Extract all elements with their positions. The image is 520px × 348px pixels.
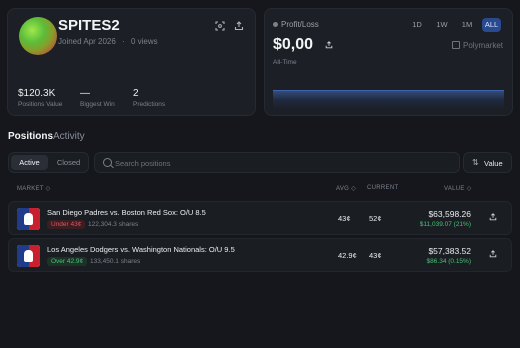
current-price: 43¢: [369, 251, 382, 260]
profile-meta: Joined Apr 2026 · 0 views: [58, 37, 158, 46]
outcome-badge: Over 42.9¢: [47, 257, 88, 266]
avg-price: 43¢: [338, 214, 351, 223]
range-1d[interactable]: 1D: [410, 18, 424, 32]
position-value: $63,598.26: [428, 209, 471, 219]
column-current: CURRENT: [367, 185, 399, 191]
shares-count: 122,304.3 shares: [88, 221, 139, 228]
range-1m[interactable]: 1M: [459, 18, 475, 32]
sort-label: Value: [484, 159, 503, 168]
pnl-period: All-Time: [273, 59, 297, 66]
market-title[interactable]: San Diego Padres vs. Boston Red Sox: O/U…: [47, 208, 206, 217]
sort-value-button[interactable]: ⇅ Value: [463, 152, 512, 173]
market-title[interactable]: Los Angeles Dodgers vs. Washington Natio…: [47, 245, 235, 254]
column-value[interactable]: VALUE ◇: [444, 185, 472, 192]
meta-separator: ·: [122, 37, 125, 46]
profile-card: SPITES2 Joined Apr 2026 · 0 views $120.3…: [7, 8, 256, 116]
position-value: $57,383.52: [428, 246, 471, 256]
pnl-chart[interactable]: [273, 90, 504, 110]
position-change: $11,039.07 (21%): [419, 221, 471, 228]
pnl-title: Profit/Loss: [281, 20, 319, 29]
mlb-logo-icon: [17, 208, 40, 230]
status-dot-icon: [273, 22, 278, 27]
biggest-win-label: Biggest Win: [80, 101, 115, 108]
polymarket-brand: Polymarket: [451, 41, 503, 50]
filter-active-button[interactable]: Active: [11, 155, 48, 170]
table-row[interactable]: San Diego Padres vs. Boston Red Sox: O/U…: [8, 201, 512, 235]
pnl-share-icon[interactable]: [325, 41, 333, 51]
biggest-win-value: —: [80, 88, 90, 99]
mlb-logo-icon: [17, 245, 40, 267]
column-market[interactable]: MARKET ◇: [17, 185, 51, 192]
range-all[interactable]: ALL: [482, 18, 501, 32]
joined-date: Joined Apr 2026: [58, 37, 116, 46]
views-count: 0 views: [130, 37, 158, 46]
polymarket-logo-icon: [451, 41, 460, 49]
tab-activity[interactable]: Activity: [53, 131, 85, 142]
positions-value: $120.3K: [18, 88, 56, 99]
outcome-badge: Under 43¢: [47, 220, 86, 229]
range-1w[interactable]: 1W: [434, 18, 450, 32]
status-toggle: Active Closed: [8, 152, 89, 173]
positions-value-label: Positions Value: [18, 101, 63, 108]
sort-icon: ⇅: [472, 158, 479, 167]
avatar[interactable]: [19, 17, 57, 55]
predictions-label: Predictions: [133, 101, 166, 108]
column-avg[interactable]: AVG ◇: [336, 185, 356, 192]
share-icon[interactable]: [234, 21, 244, 31]
avg-price: 42.9¢: [338, 251, 357, 260]
position-change: $86.34 (0.15%): [426, 258, 471, 265]
tab-positions[interactable]: Positions: [8, 131, 53, 142]
username: SPITES2: [58, 17, 120, 34]
share-icon[interactable]: [489, 213, 497, 223]
current-price: 52¢: [369, 214, 382, 223]
expand-icon[interactable]: [215, 21, 225, 31]
shares-count: 133,450.1 shares: [90, 258, 141, 265]
table-row[interactable]: Los Angeles Dodgers vs. Washington Natio…: [8, 238, 512, 272]
predictions-value: 2: [133, 88, 139, 99]
brand-name: Polymarket: [462, 41, 503, 50]
search-input[interactable]: [115, 156, 445, 170]
search-icon: [103, 158, 112, 167]
profit-loss-card: Profit/Loss 1D 1W 1M ALL $0,00 Polymarke…: [264, 8, 513, 116]
search-box: [94, 152, 460, 173]
filter-closed-button[interactable]: Closed: [50, 155, 87, 170]
share-icon[interactable]: [489, 250, 497, 260]
pnl-value: $0,00: [273, 36, 314, 53]
